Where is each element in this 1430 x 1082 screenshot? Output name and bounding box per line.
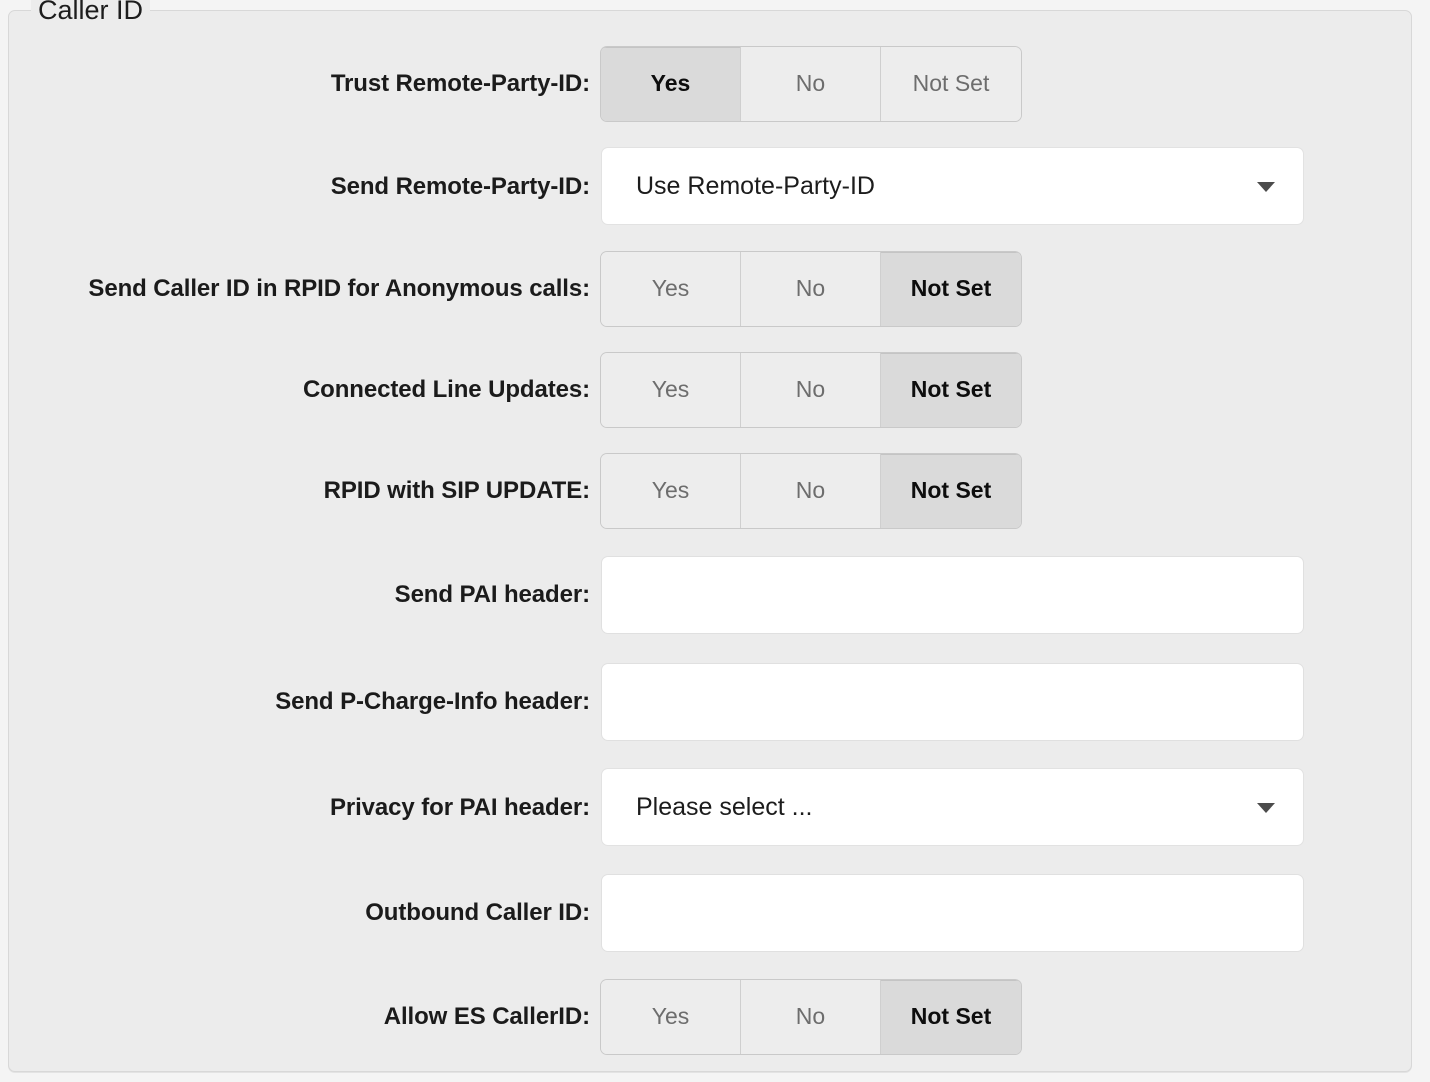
row-send-caller-id-in-rpid: Send Caller ID in RPID for Anonymous cal…	[9, 238, 1411, 339]
caller-id-settings-page: Caller ID Trust Remote-Party-ID: Yes No …	[0, 0, 1430, 1082]
row-allow-es-callerid: Allow ES CallerID: Yes No Not Set	[9, 966, 1411, 1067]
select-privacy-for-pai-header[interactable]: Please select ...	[601, 768, 1304, 846]
row-outbound-caller-id: Outbound Caller ID:	[9, 859, 1411, 966]
chevron-down-icon	[1257, 182, 1275, 192]
control-send-p-charge-info-header	[601, 662, 1411, 741]
label-outbound-caller-id: Outbound Caller ID:	[365, 899, 590, 926]
buttongroup-allow-es-callerid[interactable]: Yes No Not Set	[601, 979, 1021, 1054]
settings-rows: Trust Remote-Party-ID: Yes No Not Set Se…	[9, 33, 1411, 1067]
label-send-p-charge-info-header: Send P-Charge-Info header:	[275, 688, 590, 715]
buttongroup-connected-line-updates[interactable]: Yes No Not Set	[601, 352, 1021, 427]
button-connected-line-updates-no[interactable]: No	[741, 352, 881, 427]
row-send-p-charge-info-header: Send P-Charge-Info header:	[9, 648, 1411, 755]
outbound-caller-id-input[interactable]	[601, 873, 1304, 952]
control-send-remote-party-id: Use Remote-Party-ID	[601, 147, 1411, 225]
select-send-remote-party-id-value: Use Remote-Party-ID	[636, 172, 875, 200]
control-trust-remote-party-id: Yes No Not Set	[601, 46, 1411, 121]
button-connected-line-updates-yes[interactable]: Yes	[601, 352, 741, 427]
row-send-pai-header: Send PAI header:	[9, 541, 1411, 648]
label-send-caller-id-in-rpid: Send Caller ID in RPID for Anonymous cal…	[88, 275, 590, 302]
control-send-caller-id-in-rpid: Yes No Not Set	[601, 251, 1411, 326]
button-trust-remote-party-id-not-set[interactable]: Not Set	[881, 46, 1021, 121]
row-send-remote-party-id: Send Remote-Party-ID: Use Remote-Party-I…	[9, 134, 1411, 238]
control-privacy-for-pai-header: Please select ...	[601, 768, 1411, 846]
send-p-charge-info-header-input[interactable]	[601, 662, 1304, 741]
control-outbound-caller-id	[601, 873, 1411, 952]
label-allow-es-callerid: Allow ES CallerID:	[383, 1003, 590, 1030]
button-send-caller-id-in-rpid-yes[interactable]: Yes	[601, 251, 741, 326]
control-rpid-with-sip-update: Yes No Not Set	[601, 453, 1411, 528]
control-allow-es-callerid: Yes No Not Set	[601, 979, 1411, 1054]
button-rpid-with-sip-update-no[interactable]: No	[741, 453, 881, 528]
fieldset-legend: Caller ID	[31, 0, 151, 26]
row-privacy-for-pai-header: Privacy for PAI header: Please select ..…	[9, 755, 1411, 859]
label-send-pai-header: Send PAI header:	[394, 581, 590, 608]
buttongroup-rpid-with-sip-update[interactable]: Yes No Not Set	[601, 453, 1021, 528]
row-trust-remote-party-id: Trust Remote-Party-ID: Yes No Not Set	[9, 33, 1411, 134]
label-connected-line-updates: Connected Line Updates:	[302, 376, 590, 403]
chevron-down-icon	[1257, 803, 1275, 813]
buttongroup-trust-remote-party-id[interactable]: Yes No Not Set	[601, 46, 1021, 121]
label-privacy-for-pai-header: Privacy for PAI header:	[329, 793, 590, 821]
button-allow-es-callerid-not-set[interactable]: Not Set	[881, 979, 1021, 1054]
select-send-remote-party-id[interactable]: Use Remote-Party-ID	[601, 147, 1304, 225]
send-pai-header-input[interactable]	[601, 555, 1304, 634]
control-send-pai-header	[601, 555, 1411, 634]
button-send-caller-id-in-rpid-not-set[interactable]: Not Set	[881, 251, 1021, 326]
button-rpid-with-sip-update-not-set[interactable]: Not Set	[881, 453, 1021, 528]
select-privacy-for-pai-header-value: Please select ...	[636, 793, 813, 821]
label-rpid-with-sip-update: RPID with SIP UPDATE:	[323, 477, 590, 504]
row-rpid-with-sip-update: RPID with SIP UPDATE: Yes No Not Set	[9, 440, 1411, 541]
label-send-remote-party-id: Send Remote-Party-ID:	[330, 172, 590, 200]
control-connected-line-updates: Yes No Not Set	[601, 352, 1411, 427]
button-send-caller-id-in-rpid-no[interactable]: No	[741, 251, 881, 326]
button-allow-es-callerid-yes[interactable]: Yes	[601, 979, 741, 1054]
caller-id-fieldset: Caller ID Trust Remote-Party-ID: Yes No …	[8, 0, 1412, 1072]
button-rpid-with-sip-update-yes[interactable]: Yes	[601, 453, 741, 528]
row-connected-line-updates: Connected Line Updates: Yes No Not Set	[9, 339, 1411, 440]
button-trust-remote-party-id-yes[interactable]: Yes	[601, 46, 741, 121]
label-trust-remote-party-id: Trust Remote-Party-ID:	[330, 70, 590, 97]
buttongroup-send-caller-id-in-rpid[interactable]: Yes No Not Set	[601, 251, 1021, 326]
button-allow-es-callerid-no[interactable]: No	[741, 979, 881, 1054]
button-connected-line-updates-not-set[interactable]: Not Set	[881, 352, 1021, 427]
button-trust-remote-party-id-no[interactable]: No	[741, 46, 881, 121]
